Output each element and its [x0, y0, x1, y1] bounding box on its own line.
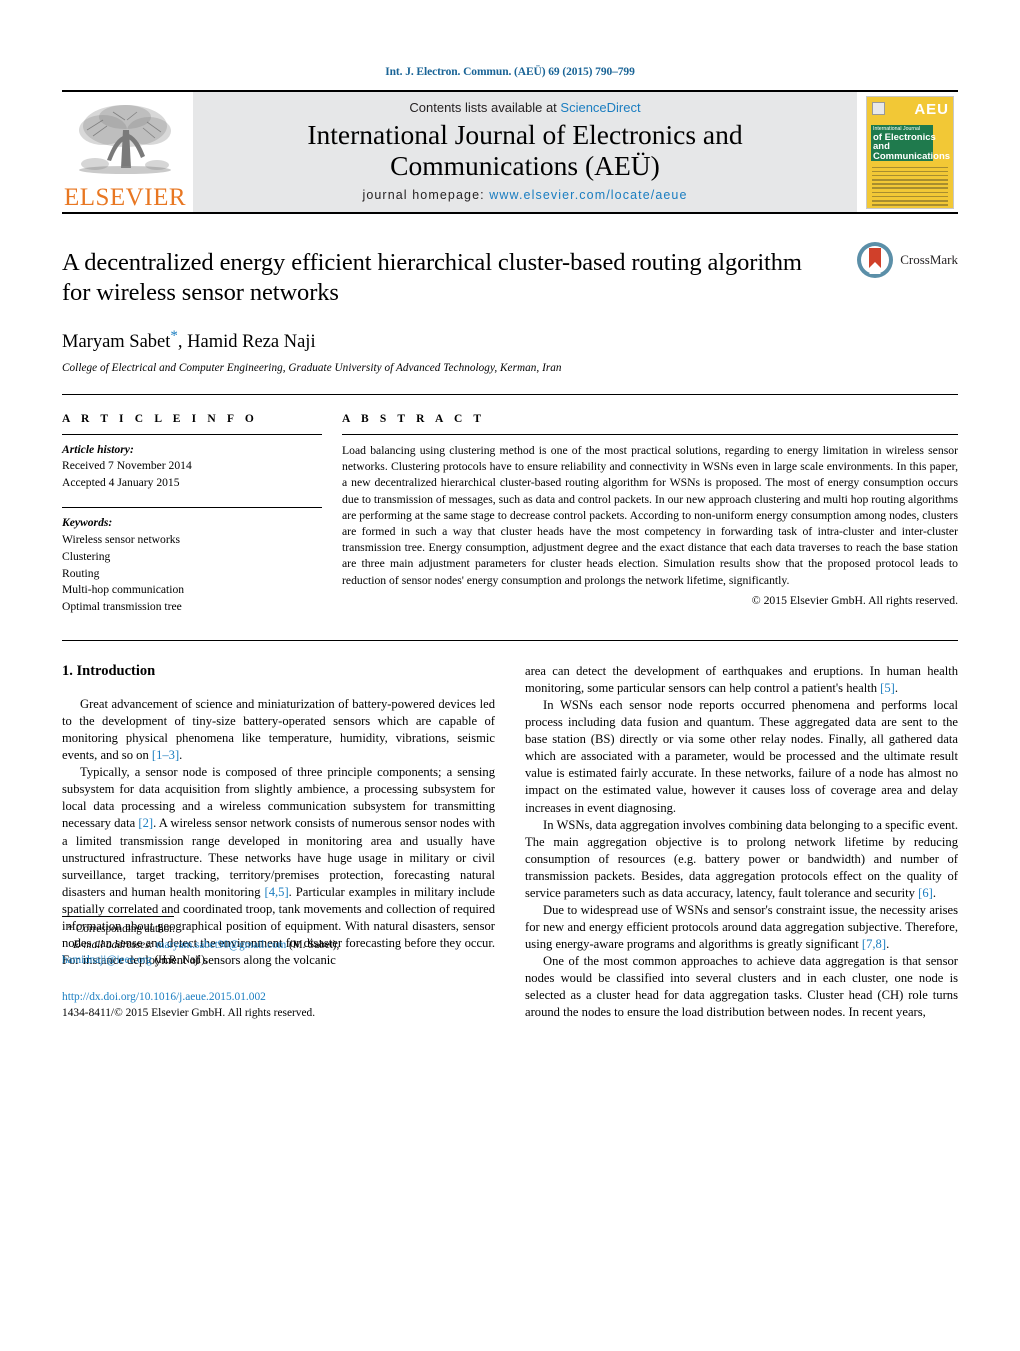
abstract-column: A B S T R A C T Load balancing using clu…	[340, 413, 958, 616]
citation-reference[interactable]: [4,5]	[265, 885, 289, 899]
body-columns: 1. Introduction Great advancement of sci…	[62, 641, 958, 1021]
corresponding-text: * Corresponding author.	[67, 923, 176, 936]
info-abstract-block: A R T I C L E I N F O Article history: R…	[62, 395, 958, 616]
section-heading-introduction: 1. Introduction	[62, 663, 156, 680]
paragraph: In WSNs, data aggregation involves combi…	[525, 817, 958, 900]
email-owner-2: (H.R. Naji).	[154, 954, 208, 967]
sciencedirect-link[interactable]: ScienceDirect	[560, 100, 640, 115]
journal-homepage-line: journal homepage: www.elsevier.com/locat…	[362, 188, 687, 202]
cover-line2: of Electronics and Communications	[873, 131, 953, 163]
title-area: A decentralized energy efficient hierarc…	[62, 214, 958, 374]
journal-title-line1: International Journal of Electronics and	[307, 119, 743, 151]
article-info-heading: A R T I C L E I N F O	[62, 412, 258, 425]
article-history: Article history: Received 7 November 201…	[62, 442, 322, 491]
keywords-list: Keywords: Wireless sensor networks Clust…	[62, 515, 322, 616]
abstract-copyright: © 2015 Elsevier GmbH. All rights reserve…	[751, 593, 958, 607]
keyword-item: Multi-hop communication	[62, 583, 185, 597]
keyword-item: Clustering	[62, 549, 111, 563]
email-note: E-mail addresses: maryam.sabet90@gmail.c…	[62, 938, 495, 954]
keyword-item: Routing	[62, 566, 100, 580]
history-label: Article history:	[62, 442, 134, 456]
corresponding-author-note: * Corresponding author.	[62, 922, 495, 938]
homepage-prefix: journal homepage:	[362, 187, 485, 202]
journal-band: Contents lists available at ScienceDirec…	[193, 92, 857, 212]
author-secondary: , Hamid Reza Naji	[177, 331, 316, 352]
paragraph: Great advancement of science and miniatu…	[62, 697, 495, 763]
abstract-heading: A B S T R A C T	[342, 412, 486, 425]
paragraph: One of the most common approaches to ach…	[525, 954, 958, 1020]
article-info-column: A R T I C L E I N F O Article history: R…	[62, 413, 340, 616]
contents-list-line: Contents lists available at ScienceDirec…	[409, 100, 640, 115]
elsevier-tree-icon	[79, 105, 171, 174]
journal-title: International Journal of Electronics and…	[307, 119, 743, 182]
doi-link[interactable]: http://dx.doi.org/10.1016/j.aeue.2015.01…	[62, 989, 495, 1005]
email-link-2[interactable]: hamidnaji@ieee.org	[62, 954, 152, 966]
affiliation: College of Electrical and Computer Engin…	[62, 361, 562, 374]
elsevier-wordmark: ELSEVIER	[63, 184, 187, 211]
cover-text-lines	[872, 166, 948, 206]
email-link-1[interactable]: maryam.sabet90@gmail.com	[156, 939, 286, 951]
abstract-text: Load balancing using clustering method i…	[342, 443, 958, 587]
author-primary: Maryam Sabet	[62, 331, 171, 352]
left-column: 1. Introduction Great advancement of sci…	[62, 663, 495, 1021]
keywords-label: Keywords:	[62, 516, 113, 530]
cover-art: AEU International Journal of Electronics…	[866, 95, 954, 209]
email-label: E-mail addresses:	[73, 938, 154, 951]
keywords-block: Keywords: Wireless sensor networks Clust…	[62, 507, 322, 616]
footnote-rule	[62, 916, 174, 918]
crossmark-icon	[857, 242, 894, 278]
email-note-2: hamidnaji@ieee.org (H.R. Naji).	[62, 953, 495, 969]
citation-reference[interactable]: [6]	[918, 886, 933, 900]
doi-block: http://dx.doi.org/10.1016/j.aeue.2015.01…	[62, 989, 495, 1021]
citation-reference[interactable]: [5]	[880, 681, 895, 695]
keyword-item: Wireless sensor networks	[62, 533, 181, 547]
paragraph: Due to widespread use of WSNs and sensor…	[525, 902, 958, 952]
corresponding-author-marker: *	[170, 327, 178, 344]
cover-logo-icon	[872, 101, 885, 115]
paragraph: area can detect the development of earth…	[525, 664, 958, 696]
crossmark-badge[interactable]: CrossMark	[855, 240, 958, 280]
cover-badge: AEU	[914, 100, 949, 118]
cover-line2-text: of Electronics and	[873, 131, 936, 153]
right-column: area can detect the development of earth…	[525, 663, 958, 1021]
cover-line3-text: Communications	[873, 151, 951, 163]
abstract-rule	[342, 433, 958, 435]
page-title: A decentralized energy efficient hierarc…	[62, 249, 802, 306]
running-head: Int. J. Electron. Commun. (AEÜ) 69 (2015…	[385, 66, 635, 78]
elsevier-logo: ELSEVIER	[62, 92, 188, 212]
history-accepted: Accepted 4 January 2015	[62, 475, 180, 489]
crossmark-label: CrossMark	[900, 252, 958, 267]
homepage-url-link[interactable]: www.elsevier.com/locate/aeue	[489, 188, 687, 202]
paragraph: In WSNs each sensor node reports occurre…	[525, 698, 958, 815]
citation-reference[interactable]: [2]	[138, 816, 153, 830]
journal-masthead: ELSEVIER Contents lists available at Sci…	[62, 90, 958, 212]
journal-cover-thumbnail: AEU International Journal of Electronics…	[862, 92, 958, 212]
email-owner-1: (M. Sabet),	[289, 938, 340, 951]
issn-copyright: 1434-8411/© 2015 Elsevier GmbH. All righ…	[62, 1007, 316, 1020]
history-received: Received 7 November 2014	[62, 459, 192, 473]
footnote-block: * Corresponding author. E-mail addresses…	[62, 916, 495, 1021]
keyword-item: Optimal transmission tree	[62, 600, 182, 614]
journal-title-line2: Communications (AEÜ)	[390, 150, 660, 181]
contents-prefix: Contents lists available at	[409, 100, 561, 116]
article-info-rule	[62, 433, 322, 435]
citation-reference[interactable]: [7,8]	[862, 937, 886, 951]
citation-reference[interactable]: [1–3]	[152, 748, 179, 762]
paper-page: Int. J. Electron. Commun. (AEÜ) 69 (2015…	[0, 0, 1020, 1351]
author-list: Maryam Sabet*, Hamid Reza Naji	[62, 328, 958, 353]
